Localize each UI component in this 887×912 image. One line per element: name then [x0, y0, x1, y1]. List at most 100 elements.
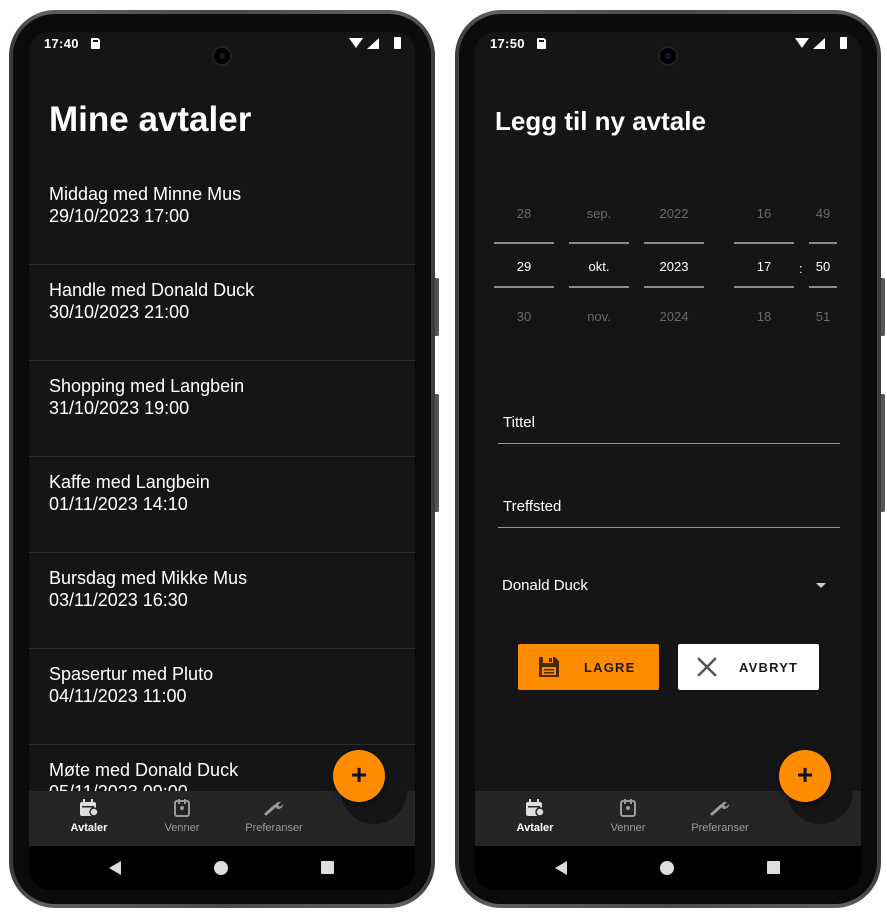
- friend-select-value: Donald Duck: [502, 577, 588, 594]
- signal-icon: [367, 38, 379, 49]
- sd-card-icon: [91, 38, 100, 49]
- recent-apps-icon[interactable]: [767, 861, 780, 874]
- friends-icon: [174, 799, 190, 817]
- nav-preferences[interactable]: Preferanser: [675, 799, 765, 834]
- nav-appointments[interactable]: Avtaler: [44, 799, 134, 834]
- nav-label: Avtaler: [516, 822, 554, 834]
- add-appointment-button[interactable]: +: [333, 750, 385, 802]
- appointment-title: Kaffe med Langbein: [49, 472, 210, 492]
- recent-apps-icon[interactable]: [321, 861, 334, 874]
- nav-appointments[interactable]: Avtaler: [490, 799, 580, 834]
- wrench-icon: [710, 801, 729, 816]
- volume-button: [435, 278, 439, 336]
- close-icon: [697, 657, 717, 677]
- power-button: [881, 394, 885, 512]
- appointment-title: Middag med Minne Mus: [49, 184, 242, 204]
- appointment-datetime: 01/11/2023 14:10: [49, 494, 188, 514]
- day-picker[interactable]: 28 29 30: [494, 200, 554, 332]
- picker-prev-value: 2022: [659, 206, 689, 221]
- add-icon: +: [350, 759, 368, 790]
- appointments-screen: 17:40 Mine avtaler Middag med Minne Mus …: [29, 32, 415, 890]
- add-icon: +: [796, 759, 814, 790]
- volume-button: [881, 278, 885, 336]
- status-time: 17:40: [44, 36, 79, 51]
- page-title: Mine avtaler: [49, 100, 252, 139]
- list-item[interactable]: Handle med Donald Duck 30/10/2023 21:00: [29, 265, 415, 361]
- sd-card-icon: [537, 38, 546, 49]
- save-icon: [539, 657, 559, 677]
- calendar-icon: [80, 799, 99, 817]
- time-separator: :: [799, 261, 803, 276]
- picker-current-value: 17: [734, 242, 794, 288]
- calendar-icon: [526, 799, 545, 817]
- list-item[interactable]: Shopping med Langbein 31/10/2023 19:00: [29, 361, 415, 457]
- list-item[interactable]: Kaffe med Langbein 01/11/2023 14:10: [29, 457, 415, 553]
- appointment-datetime: 03/11/2023 16:30: [49, 590, 188, 610]
- back-icon[interactable]: [555, 861, 567, 875]
- signal-icon: [813, 38, 825, 49]
- picker-next-value: 51: [815, 309, 831, 324]
- save-button[interactable]: LAGRE: [518, 644, 659, 690]
- minute-picker[interactable]: 49 50 51: [809, 200, 837, 332]
- picker-next-value: 2024: [659, 309, 689, 324]
- picker-current-value: okt.: [569, 242, 629, 288]
- hour-picker[interactable]: 16 17 18: [734, 200, 794, 332]
- wifi-icon: [795, 38, 809, 48]
- picker-next-value: nov.: [587, 309, 611, 324]
- phone-left: 17:40 Mine avtaler Middag med Minne Mus …: [9, 10, 439, 908]
- title-input[interactable]: [503, 414, 823, 431]
- nav-label: Preferanser: [691, 822, 749, 834]
- cancel-label: AVBRYT: [739, 660, 799, 675]
- year-picker[interactable]: 2022 2023 2024: [644, 200, 704, 332]
- picker-prev-value: 49: [815, 206, 831, 221]
- picker-current-value: 29: [494, 242, 554, 288]
- home-icon[interactable]: [214, 861, 228, 875]
- picker-next-value: 18: [756, 309, 772, 324]
- wrench-icon: [264, 801, 283, 816]
- location-field: [498, 478, 840, 528]
- status-time: 17:50: [490, 36, 525, 51]
- system-navigation-bar: [29, 846, 415, 890]
- nav-label: Preferanser: [245, 822, 303, 834]
- appointment-datetime: 30/10/2023 21:00: [49, 302, 190, 322]
- nav-preferences[interactable]: Preferanser: [229, 799, 319, 834]
- wifi-icon: [349, 38, 363, 48]
- appointment-list: Middag med Minne Mus 29/10/2023 17:00 Ha…: [29, 169, 415, 841]
- appointment-datetime: 29/10/2023 17:00: [49, 206, 190, 226]
- list-item[interactable]: Middag med Minne Mus 29/10/2023 17:00: [29, 169, 415, 265]
- system-navigation-bar: [475, 846, 861, 890]
- nav-friends[interactable]: Venner: [137, 799, 227, 834]
- cancel-button[interactable]: AVBRYT: [678, 644, 819, 690]
- month-picker[interactable]: sep. okt. nov.: [569, 200, 629, 332]
- list-item[interactable]: Bursdag med Mikke Mus 03/11/2023 16:30: [29, 553, 415, 649]
- phone-right: 17:50 Legg til ny avtale 28 29 30 sep. o…: [455, 10, 885, 908]
- picker-current-value: 2023: [644, 242, 704, 288]
- chevron-down-icon: [816, 583, 826, 588]
- picker-current-value: 50: [809, 242, 837, 288]
- nav-friends[interactable]: Venner: [583, 799, 673, 834]
- page-title: Legg til ny avtale: [495, 106, 706, 136]
- add-appointment-button[interactable]: +: [779, 750, 831, 802]
- picker-prev-value: sep.: [586, 206, 612, 221]
- nav-label: Venner: [164, 822, 200, 834]
- picker-next-value: 30: [516, 309, 532, 324]
- appointment-datetime: 31/10/2023 19:00: [49, 398, 190, 418]
- friends-icon: [620, 799, 636, 817]
- friend-select[interactable]: Donald Duck: [498, 568, 840, 608]
- list-item[interactable]: Spasertur med Pluto 04/11/2023 11:00: [29, 649, 415, 745]
- new-appointment-screen: 17:50 Legg til ny avtale 28 29 30 sep. o…: [475, 32, 861, 890]
- nav-label: Avtaler: [70, 822, 108, 834]
- save-label: LAGRE: [584, 660, 636, 675]
- title-field: [498, 394, 840, 444]
- location-input[interactable]: [503, 498, 823, 515]
- battery-icon: [394, 37, 401, 49]
- appointment-title: Shopping med Langbein: [49, 376, 245, 396]
- home-icon[interactable]: [660, 861, 674, 875]
- appointment-datetime: 04/11/2023 11:00: [49, 686, 187, 706]
- back-icon[interactable]: [109, 861, 121, 875]
- picker-prev-value: 16: [756, 206, 772, 221]
- picker-prev-value: 28: [516, 206, 532, 221]
- front-camera: [212, 46, 232, 66]
- battery-icon: [840, 37, 847, 49]
- front-camera: [658, 46, 678, 66]
